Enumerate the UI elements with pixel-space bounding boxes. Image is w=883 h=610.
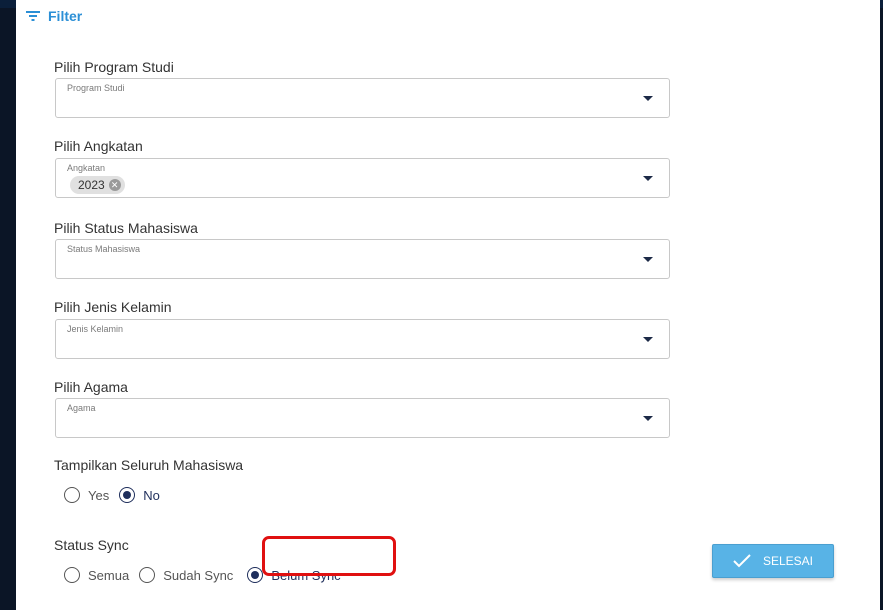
angkatan-hint: Angkatan — [67, 163, 106, 173]
chevron-down-icon — [643, 176, 653, 181]
angkatan-chip: 2023 ✕ — [70, 176, 125, 194]
program-studi-hint: Program Studi — [67, 83, 125, 93]
chevron-down-icon — [643, 416, 653, 421]
agama-select[interactable]: Agama — [55, 398, 670, 438]
chip-remove-icon[interactable]: ✕ — [108, 179, 121, 191]
angkatan-label: Pilih Angkatan — [54, 138, 143, 154]
radio-sudah-sync[interactable] — [139, 567, 156, 583]
status-mahasiswa-hint: Status Mahasiswa — [67, 244, 141, 254]
radio-sudah-sync-label[interactable]: Sudah Sync — [163, 568, 233, 583]
radio-belum-sync-label[interactable]: Belum Sync — [271, 568, 340, 583]
chevron-down-icon — [643, 337, 653, 342]
angkatan-chip-label: 2023 — [78, 178, 105, 192]
status-sync-label: Status Sync — [54, 537, 129, 553]
radio-semua[interactable] — [64, 567, 80, 583]
angkatan-select[interactable]: Angkatan 2023 ✕ — [55, 158, 670, 198]
jenis-kelamin-select[interactable]: Jenis Kelamin — [55, 319, 670, 359]
program-studi-label: Pilih Program Studi — [54, 59, 174, 75]
jenis-kelamin-hint: Jenis Kelamin — [67, 324, 124, 334]
tampilkan-label: Tampilkan Seluruh Mahasiswa — [54, 457, 244, 473]
program-studi-select[interactable]: Program Studi — [55, 78, 670, 118]
agama-hint: Agama — [67, 403, 96, 413]
chevron-down-icon — [643, 96, 653, 101]
check-icon — [733, 554, 751, 568]
selesai-label: SELESAI — [762, 554, 814, 568]
radio-semua-label[interactable]: Semua — [88, 568, 129, 583]
tampilkan-radio-group: Yes No — [64, 487, 170, 503]
filter-panel: Filter Pilih Program Studi Program Studi… — [16, 0, 880, 610]
filter-title: Filter — [48, 8, 83, 24]
status-sync-radio-group: Semua Sudah Sync Belum Sync — [64, 567, 351, 583]
radio-no-label[interactable]: No — [143, 488, 160, 503]
chevron-down-icon — [643, 257, 653, 262]
agama-label: Pilih Agama — [54, 379, 128, 395]
filter-header[interactable]: Filter — [26, 6, 82, 26]
selesai-button[interactable]: SELESAI — [712, 544, 834, 578]
filter-icon — [26, 11, 40, 21]
radio-yes[interactable] — [64, 487, 80, 503]
radio-yes-label[interactable]: Yes — [88, 488, 109, 503]
jenis-kelamin-label: Pilih Jenis Kelamin — [54, 299, 172, 315]
status-mahasiswa-label: Pilih Status Mahasiswa — [54, 220, 198, 236]
status-mahasiswa-select[interactable]: Status Mahasiswa — [55, 239, 670, 279]
radio-no[interactable] — [119, 487, 136, 503]
radio-belum-sync[interactable] — [247, 567, 264, 583]
